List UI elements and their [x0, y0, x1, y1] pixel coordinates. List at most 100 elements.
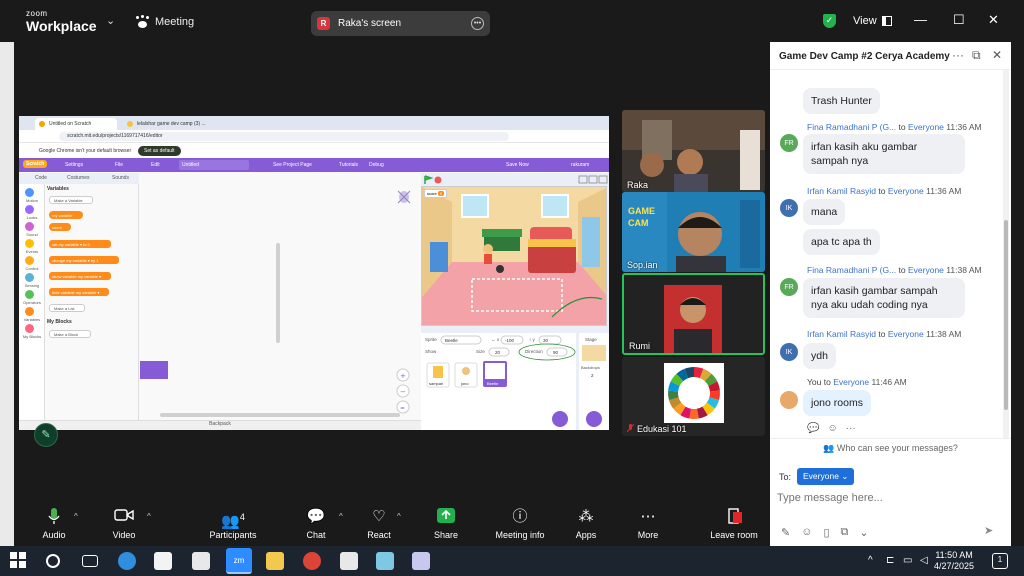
format-icon[interactable]: ✎ [781, 526, 790, 539]
set-default-button[interactable]: Set as default [138, 146, 181, 156]
page-favicon-icon [127, 121, 133, 127]
participant-tile-edukasi[interactable]: Edukasi 101 [622, 357, 765, 436]
search-icon[interactable] [46, 554, 60, 568]
meeting-button[interactable]: Meeting [136, 16, 194, 28]
make-list-button[interactable]: Make a List [49, 304, 85, 312]
more-options-icon[interactable]: ··· [952, 48, 964, 62]
chat-scrollbar[interactable] [1003, 70, 1009, 438]
paint-icon[interactable] [376, 552, 394, 570]
screenshot-icon[interactable]: ⧉ [841, 526, 849, 539]
participant-tile-rumi[interactable]: Rumi [622, 273, 765, 355]
view-button[interactable]: View [853, 15, 892, 27]
mail-icon[interactable] [192, 552, 210, 570]
file-menu[interactable]: File [115, 162, 123, 168]
react-options-caret[interactable]: ^ [397, 512, 401, 521]
notifications-icon[interactable]: 1 [992, 553, 1008, 569]
video-options-caret[interactable]: ^ [147, 512, 151, 521]
app-icon[interactable] [412, 552, 430, 570]
score-reporter[interactable]: score [49, 223, 71, 231]
tab-costumes[interactable]: Costumes [67, 175, 90, 181]
make-variable-button[interactable]: Make a Variable [49, 196, 93, 204]
settings-menu[interactable]: Settings [65, 162, 83, 168]
user-menu[interactable]: rakuram [571, 162, 589, 168]
code-workspace[interactable]: + − = [140, 173, 420, 420]
debug-button[interactable]: Debug [369, 162, 384, 168]
send-icon[interactable]: ➤ [984, 524, 1000, 538]
windows-start-icon[interactable] [10, 552, 28, 570]
close-icon[interactable]: ✕ [988, 12, 999, 28]
emoji-reaction-icon[interactable]: ☺ [827, 423, 837, 434]
minimize-icon[interactable]: — [914, 12, 927, 27]
category-operators-dot[interactable] [25, 290, 34, 299]
file-explorer-icon[interactable] [266, 552, 284, 570]
url-field[interactable]: scratch.mit.edu/projects/1169717416/edit… [59, 132, 509, 141]
participant-tile-raka[interactable]: Raka [622, 110, 765, 192]
stage-canvas[interactable]: score 0 [421, 186, 607, 326]
more-button[interactable]: ⋯ More [608, 508, 688, 540]
share-button[interactable]: Share [406, 508, 486, 540]
scroll-thumb[interactable] [1004, 220, 1008, 410]
category-variables-dot[interactable] [25, 307, 34, 316]
chrome-icon[interactable] [303, 552, 321, 570]
annotate-pencil-icon[interactable]: ✎ [34, 423, 58, 447]
category-events-dot[interactable] [25, 239, 34, 248]
tutorials-button[interactable]: Tutorials [339, 162, 358, 168]
encryption-shield-icon[interactable]: ✓ [823, 14, 836, 28]
zoom-taskbar-icon[interactable]: zm [226, 548, 252, 574]
message-input[interactable] [777, 490, 977, 506]
change-variable-block[interactable]: change my variable ▾ by 1 [49, 256, 119, 264]
edge-browser-icon[interactable] [118, 552, 136, 570]
category-sound-dot[interactable] [25, 222, 34, 231]
more-options-icon[interactable]: ••• [471, 17, 484, 30]
save-now-button[interactable]: Save Now [506, 162, 529, 168]
participants-icon: 👥4 [221, 512, 245, 530]
chat-header: Game Dev Camp #2 Cerya Academy ··· ⧉ ✕ [770, 42, 1011, 70]
volume-icon[interactable]: ◁ [920, 555, 928, 566]
backpack-bar[interactable]: Backpack [19, 420, 421, 430]
category-looks-dot[interactable] [25, 205, 34, 214]
reply-icon[interactable]: 💬 [807, 423, 819, 434]
close-chat-icon[interactable]: ✕ [992, 48, 1002, 62]
hide-variable-block[interactable]: hide variable my variable ▾ [49, 288, 109, 296]
recipient-dropdown[interactable]: Everyone ⌄ [797, 468, 855, 485]
maximize-icon[interactable]: ☐ [953, 12, 965, 28]
browser-tab-1[interactable]: Untitled on Scratch [35, 118, 117, 130]
participants-button[interactable]: 👥4 Participants [193, 508, 273, 540]
set-variable-block[interactable]: set my variable ▾ to 0 [49, 240, 111, 248]
pop-out-icon[interactable]: ⧉ [972, 48, 981, 63]
file-icon[interactable]: ▯ [823, 526, 829, 539]
store-icon[interactable] [154, 552, 172, 570]
battery-icon[interactable]: ▭ [903, 555, 912, 566]
show-variable-block[interactable]: show variable my variable ▾ [49, 272, 111, 280]
make-block-button[interactable]: Make a Block [49, 330, 91, 338]
my-variable-reporter[interactable]: my variable [49, 211, 83, 219]
audio-options-caret[interactable]: ^ [74, 512, 78, 521]
see-project-page-button[interactable]: See Project Page [273, 162, 312, 168]
chevron-up-icon[interactable]: ^ [868, 555, 873, 566]
task-view-icon[interactable] [82, 555, 98, 567]
edit-menu[interactable]: Edit [151, 162, 160, 168]
category-sensing-dot[interactable] [25, 273, 34, 282]
tab-code[interactable]: Code [35, 175, 47, 181]
browser-tab-2[interactable]: lelalshar game dev camp (3) ... [123, 118, 219, 130]
shared-screen-indicator[interactable]: R Raka's screen ••• [311, 11, 490, 36]
category-control-dot[interactable] [25, 256, 34, 265]
leave-room-button[interactable]: Leave room [694, 508, 774, 540]
participant-tile-sopian[interactable]: GAME CAM Sop.ian [622, 192, 765, 272]
who-can-see-link[interactable]: 👥 Who can see your messages? [770, 438, 1011, 458]
chevron-down-icon[interactable]: ⌄ [859, 526, 868, 539]
category-motion-dot[interactable] [25, 188, 34, 197]
photos-icon[interactable] [340, 552, 358, 570]
stage-selector[interactable]: Stage Backdrops 2 [579, 333, 609, 430]
view-layout-icon [881, 16, 892, 26]
emoji-icon[interactable]: ☺ [801, 526, 812, 539]
tab-sounds[interactable]: Sounds [112, 175, 129, 181]
category-my-blocks-dot[interactable] [25, 324, 34, 333]
network-icon[interactable]: ⊏ [886, 555, 894, 566]
video-button[interactable]: Video [84, 508, 164, 540]
audio-button[interactable]: Audio [14, 508, 94, 540]
chevron-down-icon[interactable]: ⌄ [106, 14, 115, 27]
project-title-field[interactable]: Untitled [179, 160, 249, 170]
system-clock[interactable]: 11:50 AM 4/27/2025 [934, 550, 974, 572]
more-actions-icon[interactable]: ··· [846, 423, 856, 434]
